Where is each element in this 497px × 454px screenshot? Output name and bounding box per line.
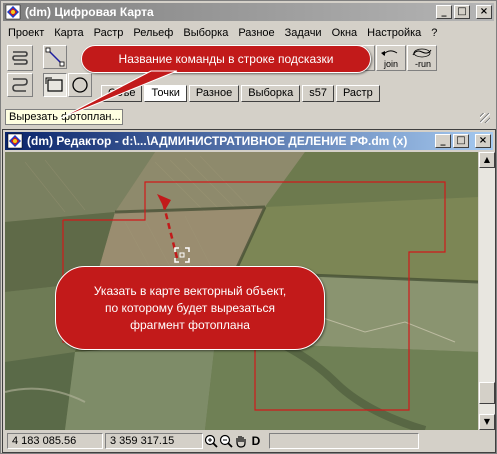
toolbar-snake-button[interactable]	[7, 45, 33, 71]
menu-map[interactable]: Карта	[49, 27, 88, 39]
editor-statusbar: 4 183 085.56 3 359 317.15 D	[5, 432, 495, 450]
app-logo-icon	[5, 4, 21, 20]
hint-callout-text: Название команды в строке подсказки	[118, 52, 334, 66]
tab-misc[interactable]: Разное	[188, 85, 240, 102]
curve-path-icon	[12, 78, 28, 92]
tab-objects[interactable]: Объе	[101, 85, 143, 102]
tab-strip: Объе Точки Разное Выборка s57 Растр	[101, 85, 382, 103]
coord-x: 4 183 085.56	[7, 433, 103, 449]
line-segment-icon	[45, 47, 65, 67]
hand-icon[interactable]	[234, 434, 248, 448]
join-label: join	[384, 59, 399, 69]
snake-path-icon	[12, 51, 28, 65]
minimize-button[interactable]: _	[436, 5, 452, 19]
rectangle-icon	[45, 77, 63, 92]
app-titlebar[interactable]: (dm) Цифровая Карта _ □ ×	[3, 3, 494, 21]
menu-settings[interactable]: Настройка	[362, 27, 426, 39]
close-button[interactable]: ×	[476, 5, 492, 19]
menu-selection[interactable]: Выборка	[178, 27, 233, 39]
menu-project[interactable]: Проект	[3, 27, 49, 39]
hint-bar: Вырезать фотоплан...	[3, 107, 494, 127]
cursor-select-icon	[174, 247, 190, 263]
tab-s57[interactable]: s57	[302, 85, 334, 102]
map-callout: Указать в карте векторный объект, по кот…	[55, 266, 325, 350]
editor-window: (dm) Редактор - d:\...\АДМИНИСТРАТИВНОЕ …	[2, 129, 496, 453]
scroll-down-icon[interactable]: ▼	[479, 414, 495, 430]
editor-maximize-button[interactable]: □	[453, 134, 469, 148]
scroll-up-icon[interactable]: ▲	[479, 152, 495, 168]
map-canvas[interactable]: Указать в карте векторный объект, по кот…	[5, 152, 478, 430]
menu-bar: Проект Карта Растр Рельеф Выборка Разное…	[3, 23, 494, 42]
hint-callout: Название команды в строке подсказки	[81, 45, 371, 73]
editor-close-button[interactable]: ×	[475, 134, 491, 148]
menu-help[interactable]: ?	[426, 27, 442, 39]
resize-grip-icon[interactable]	[480, 113, 490, 123]
toolbar-line-button[interactable]	[43, 45, 67, 69]
tab-raster[interactable]: Растр	[335, 85, 380, 102]
scroll-thumb[interactable]	[479, 382, 495, 404]
zoom-out-icon[interactable]	[219, 434, 233, 448]
menu-misc[interactable]: Разное	[233, 27, 279, 39]
loop-path-icon	[412, 48, 432, 58]
toolbar-join-button[interactable]: join	[376, 45, 406, 71]
maximize-button[interactable]: □	[454, 5, 470, 19]
editor-title: (dm) Редактор - d:\...\АДМИНИСТРАТИВНОЕ …	[27, 134, 408, 148]
editor-titlebar[interactable]: (dm) Редактор - d:\...\АДМИНИСТРАТИВНОЕ …	[5, 132, 493, 150]
join-arrows-icon	[381, 50, 398, 56]
editor-logo-icon	[7, 133, 23, 149]
toolbar-curve-button[interactable]	[7, 73, 33, 97]
menu-tasks[interactable]: Задачи	[280, 27, 327, 39]
map-callout-line1: Указать в карте векторный объект,	[93, 284, 287, 298]
tab-selection[interactable]: Выборка	[241, 85, 301, 102]
map-callout-line2: по которому будет вырезаться	[105, 301, 275, 315]
hint-text: Вырезать фотоплан...	[5, 109, 123, 125]
map-callout-line3: фрагмент фотоплана	[130, 318, 250, 332]
menu-relief[interactable]: Рельеф	[128, 27, 178, 39]
menu-windows[interactable]: Окна	[327, 27, 363, 39]
editor-minimize-button[interactable]: _	[435, 134, 451, 148]
menu-raster[interactable]: Растр	[89, 27, 129, 39]
toolbar-circle-button[interactable]	[68, 73, 92, 97]
main-window: (dm) Цифровая Карта _ □ × Проект Карта Р…	[0, 0, 497, 454]
coord-y: 3 359 317.15	[105, 433, 203, 449]
toolbar-run-button[interactable]: -run	[407, 45, 437, 71]
run-label: -run	[415, 59, 432, 69]
circle-icon	[72, 77, 88, 93]
toolbar-rect-button[interactable]	[43, 73, 67, 97]
tab-points[interactable]: Точки	[144, 85, 187, 102]
d-mode-button[interactable]: D	[249, 434, 263, 448]
status-empty-field	[269, 433, 419, 449]
app-title: (dm) Цифровая Карта	[25, 5, 154, 19]
vertical-scrollbar[interactable]: ▲ ▼	[479, 152, 495, 430]
zoom-in-icon[interactable]	[204, 434, 218, 448]
